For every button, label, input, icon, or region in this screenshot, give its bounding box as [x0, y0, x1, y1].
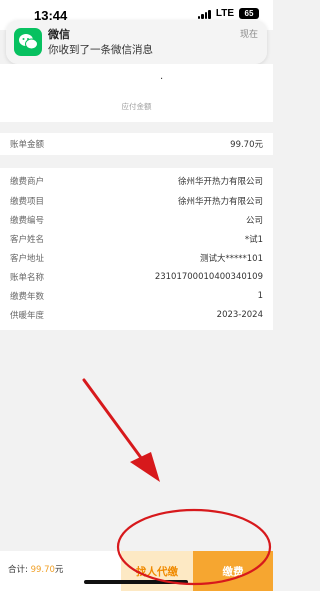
status-indicators: LTE 65	[197, 8, 259, 19]
detail-value: 2023-2024	[216, 309, 263, 320]
detail-value: 23101700010400340109	[154, 271, 263, 282]
detail-label: 缴费项目	[10, 196, 45, 207]
annotation-arrow-line	[82, 378, 152, 472]
detail-value: *试1	[244, 234, 263, 245]
detail-row-number: 缴费编号 公司	[0, 209, 273, 230]
amount-value: ·	[160, 74, 164, 85]
home-indicator[interactable]	[84, 580, 188, 584]
notification-title: 微信	[48, 28, 70, 41]
detail-label: 账单名称	[10, 272, 45, 283]
wechat-notification[interactable]: 微信 你收到了一条微信消息 现在	[6, 20, 267, 64]
bill-amount-label: 账单金额	[10, 140, 45, 150]
notification-time: 现在	[239, 30, 258, 40]
total-amount: 99.70	[30, 565, 55, 575]
bottom-action-bar: 合计: 99.70元 找人代缴 缴费	[0, 551, 273, 591]
pay-button[interactable]: 缴费	[193, 551, 273, 591]
detail-value: 徐州华开热力有限公司	[177, 196, 263, 207]
bill-amount-value: 99.70元	[230, 140, 263, 150]
signal-icon	[197, 9, 211, 19]
amount-label: 应付金额	[121, 102, 152, 111]
detail-value: 公司	[245, 215, 263, 226]
detail-label: 缴费年数	[10, 291, 45, 302]
network-type: LTE	[215, 8, 234, 19]
detail-value: 徐州华开热力有限公司	[177, 176, 263, 187]
detail-value: 测试大*****101	[200, 253, 263, 264]
bill-amount-row: 账单金额 99.70元	[0, 133, 273, 155]
battery-icon: 65	[239, 8, 259, 19]
find-someone-to-pay-button[interactable]: 找人代缴	[121, 551, 193, 591]
detail-label: 缴费编号	[10, 215, 45, 226]
detail-label: 供暖年度	[10, 310, 45, 321]
total-label: 合计:	[8, 565, 28, 575]
notification-message: 你收到了一条微信消息	[48, 44, 153, 56]
detail-row-merchant: 缴费商户 徐州华开热力有限公司	[0, 170, 273, 191]
detail-label: 客户姓名	[10, 234, 45, 245]
payment-details: 缴费商户 徐州华开热力有限公司 缴费项目 徐州华开热力有限公司 缴费编号 公司 …	[0, 168, 273, 330]
detail-row-years: 缴费年数 1	[0, 285, 273, 306]
detail-row-bill-name: 账单名称 23101700010400340109	[0, 266, 273, 287]
detail-row-heating-year: 供暖年度 2023-2024	[0, 304, 273, 325]
annotation-arrow-head	[130, 452, 160, 482]
detail-label: 客户地址	[10, 253, 45, 264]
detail-row-project: 缴费项目 徐州华开热力有限公司	[0, 190, 273, 211]
total-unit: 元	[54, 565, 64, 575]
detail-row-customer-name: 客户姓名 *试1	[0, 228, 273, 249]
detail-label: 缴费商户	[10, 176, 45, 187]
total: 合计: 99.70元	[8, 563, 63, 575]
detail-value: 1	[257, 290, 263, 301]
detail-row-address: 客户地址 测试大*****101	[0, 247, 273, 268]
wechat-icon	[14, 28, 42, 56]
amount-header: · 应付金额	[0, 64, 273, 122]
